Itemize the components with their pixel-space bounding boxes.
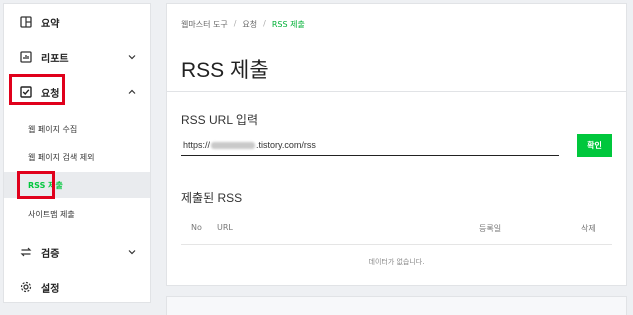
table-divider [181, 244, 612, 245]
submitted-rss-title: 제출된 RSS [181, 191, 243, 205]
nav-item-verify[interactable]: 검증 [4, 239, 150, 265]
rss-url-label: RSS URL 입력 [181, 113, 258, 127]
gear-icon [19, 280, 33, 294]
nav-item-report[interactable]: 리포트 [4, 44, 150, 70]
nav-item-label: 리포트 [41, 53, 69, 65]
chevron-down-icon[interactable] [127, 52, 137, 62]
breadcrumb-current: RSS 제출 [271, 20, 305, 29]
sub-item-label: 사이트맵 제출 [28, 209, 75, 219]
url-suffix: .tistory.com/rss [256, 140, 316, 150]
column-header-date: 등록일 [479, 224, 502, 233]
nav-item-label: 검증 [41, 248, 60, 260]
sub-item-rss-submit[interactable]: RSS 제출 [4, 172, 150, 198]
sub-item-page-exclude[interactable]: 웹 페이지 검색 제외 [4, 144, 150, 170]
nav-item-summary[interactable]: 요약 [4, 9, 150, 35]
sidebar: 요약 리포트 요청 웹 페이지 수집 웹 페이지 검색 제외 RSS 제출 사이… [3, 3, 151, 303]
verify-icon [19, 245, 33, 259]
breadcrumb-item[interactable]: 웹마스터 도구 [181, 19, 228, 30]
nav-item-label: 요약 [41, 18, 60, 30]
nav-item-label: 요청 [41, 88, 60, 100]
column-header-no: No [191, 223, 202, 232]
main-card: 웹마스터 도구 / 요청 / RSS 제출 RSS 제출 RSS URL 입력 … [166, 3, 627, 286]
confirm-button[interactable]: 확인 [577, 134, 612, 157]
url-prefix: https:// [183, 140, 211, 150]
breadcrumb-separator: / [263, 19, 266, 28]
sub-item-label: 웹 페이지 검색 제외 [28, 152, 95, 162]
nav-item-settings[interactable]: 설정 [4, 274, 150, 300]
report-icon [19, 50, 33, 64]
sub-item-sitemap-submit[interactable]: 사이트맵 제출 [4, 201, 150, 227]
lower-card [166, 296, 627, 315]
sub-item-label: RSS 제출 [28, 180, 63, 190]
rss-url-value: https:// .tistory.com/rss [183, 140, 316, 150]
request-check-icon [19, 85, 33, 99]
empty-message: 데이터가 없습니다. [368, 258, 425, 266]
nav-item-label: 설정 [41, 283, 60, 295]
breadcrumb: 웹마스터 도구 / 요청 / RSS 제출 [181, 19, 305, 30]
chevron-up-icon[interactable] [127, 87, 137, 97]
sub-item-label: 웹 페이지 수집 [28, 124, 78, 134]
column-header-url: URL [217, 223, 233, 232]
dashboard-icon [19, 15, 33, 29]
page-title: RSS 제출 [181, 59, 269, 82]
breadcrumb-separator: / [233, 19, 237, 28]
divider [167, 91, 626, 92]
column-header-delete: 삭제 [581, 224, 596, 233]
chevron-down-icon[interactable] [127, 247, 137, 257]
breadcrumb-item[interactable]: 요청 [242, 19, 257, 30]
sub-item-page-collect[interactable]: 웹 페이지 수집 [4, 116, 150, 142]
redacted-text [211, 142, 256, 149]
nav-item-request[interactable]: 요청 [4, 79, 150, 105]
